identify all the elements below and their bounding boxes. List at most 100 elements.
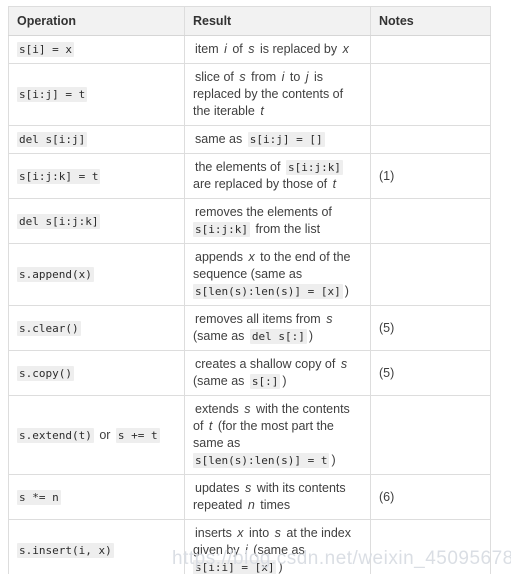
result-code: s[len(s):len(s)] = t xyxy=(193,453,330,468)
operation-code: s[i:j] = t xyxy=(17,87,88,102)
result-variable: t xyxy=(332,177,337,191)
notes-cell xyxy=(370,519,491,581)
notes-cell xyxy=(370,395,491,475)
result-text: item xyxy=(195,42,223,56)
result-variable: s xyxy=(248,42,255,56)
operation-code: s.insert(i, x) xyxy=(17,543,114,558)
result-text: extends xyxy=(195,402,243,416)
notes-cell xyxy=(370,35,491,64)
table-header-row: Operation Result Notes xyxy=(8,6,491,36)
result-text: ) xyxy=(308,329,314,343)
operation-cell: s[i:j:k] = t xyxy=(8,153,185,199)
result-text: ) xyxy=(331,453,336,467)
result-text: slice of xyxy=(195,70,238,84)
result-code: del s[:] xyxy=(249,329,307,344)
operation-cell: s[i:j] = t xyxy=(8,63,185,126)
result-text: (same as xyxy=(249,543,305,557)
operation-code: s.clear() xyxy=(17,320,81,336)
operation-cell: s.clear() xyxy=(8,305,185,351)
result-text: removes the elements of xyxy=(195,205,332,219)
result-cell: slice of s from i to j is replaced by th… xyxy=(184,63,371,126)
operation-cell: s.copy() xyxy=(8,350,185,396)
result-variable: x xyxy=(342,42,349,56)
result-text: creates a shallow copy of xyxy=(195,357,339,371)
result-cell: extends s with the contents of t (for th… xyxy=(184,395,371,475)
result-code: s[:] xyxy=(249,374,281,389)
notes-cell: (5) xyxy=(370,350,491,396)
notes-cell: (5) xyxy=(370,305,491,351)
result-cell: same as s[i:j] = [] xyxy=(184,125,371,154)
notes-cell xyxy=(370,125,491,154)
operation-code: s.append(x) xyxy=(17,267,94,282)
result-variable: s xyxy=(274,526,281,540)
operation-cell: s.append(x) xyxy=(8,243,185,306)
notes-cell xyxy=(370,63,491,126)
result-cell: updates s with its contents repeated n t… xyxy=(184,474,371,520)
result-code: s[len(s):len(s)] = [x] xyxy=(193,284,343,299)
result-text: same as xyxy=(195,132,246,146)
table-row: s.clear() removes all items from s (same … xyxy=(8,305,491,351)
operation-cell: del s[i:j:k] xyxy=(8,198,185,244)
operation-cell: s.extend(t) or s += t xyxy=(8,395,185,475)
operation-code: del s[i:j:k] xyxy=(17,213,101,229)
result-code: s[i:j:k] xyxy=(285,160,343,175)
result-cell: removes the elements of s[i:j:k] from th… xyxy=(184,198,371,244)
result-text: is replaced by xyxy=(256,42,341,56)
operation-text: or xyxy=(95,427,114,442)
operation-cell: del s[i:j] xyxy=(8,125,185,154)
result-variable: n xyxy=(247,498,255,512)
result-text: updates xyxy=(195,481,243,495)
table-row: s[i:j:k] = t the elements of s[i:j:k] are… xyxy=(8,153,491,199)
result-cell: removes all items from s (same as del s[… xyxy=(184,305,371,351)
notes-cell: (1) xyxy=(370,153,491,199)
result-cell: creates a shallow copy of s (same as s[:… xyxy=(184,350,371,396)
column-header-result: Result xyxy=(184,6,371,36)
table-row: s[i:j] = t slice of s from i to j is repl… xyxy=(8,63,491,126)
result-variable: x xyxy=(248,250,255,264)
result-text: ) xyxy=(282,374,287,388)
result-code: s[i:i] = [x] xyxy=(193,560,277,575)
result-variable: x xyxy=(237,526,244,540)
result-cell: inserts x into s at the index given by i… xyxy=(184,519,371,581)
table-row: s[i] = x item i of s is replaced by x xyxy=(8,35,491,64)
bottom-clip-strip xyxy=(0,574,511,581)
table-row: del s[i:j:k] removes the elements of s[i:… xyxy=(8,198,491,244)
operation-code: s[i:j:k] = t xyxy=(17,168,101,184)
page-root: https://blog.csdn.net/weixin_45095678 Op… xyxy=(0,0,511,581)
table-row: s.insert(i, x) inserts x into s at the in… xyxy=(8,519,491,581)
column-header-notes: Notes xyxy=(370,6,491,36)
operation-cell: s[i] = x xyxy=(8,35,185,64)
result-text: ) xyxy=(344,284,349,298)
operation-code: s += t xyxy=(115,427,160,443)
result-code: s[i:j] = [] xyxy=(247,132,325,147)
result-text: appends xyxy=(195,250,247,264)
operation-cell: s.insert(i, x) xyxy=(8,519,185,581)
table-row: del s[i:j] same as s[i:j] = [] xyxy=(8,125,491,154)
result-code: s[i:j:k] xyxy=(193,222,250,237)
result-text: removes all items from xyxy=(195,312,325,326)
result-text: from the list xyxy=(251,222,321,236)
result-text: ) xyxy=(278,560,283,574)
operation-code: s.copy() xyxy=(17,365,74,381)
result-text: (for the most part the same as xyxy=(193,419,334,450)
result-text: to xyxy=(286,70,304,84)
result-cell: the elements of s[i:j:k] are replaced by… xyxy=(184,153,371,199)
result-text: inserts xyxy=(195,526,236,540)
result-variable: s xyxy=(244,402,251,416)
operation-cell: s *= n xyxy=(8,474,185,520)
table-row: s.extend(t) or s += t extends s with the … xyxy=(8,395,491,475)
mutable-sequence-operations-table: Operation Result Notes s[i] = x item i of… xyxy=(8,6,491,581)
result-text: of xyxy=(228,42,247,56)
table-row: s *= n updates s with its contents repeat… xyxy=(8,474,491,520)
result-variable: t xyxy=(260,104,264,118)
result-text: times xyxy=(256,498,291,512)
operation-code: s.extend(t) xyxy=(17,427,94,443)
notes-cell: (6) xyxy=(370,474,491,520)
operation-code: s[i] = x xyxy=(17,42,74,57)
result-text: into xyxy=(245,526,273,540)
table-body: s[i] = x item i of s is replaced by x s[i:… xyxy=(8,35,491,581)
table-row: s.append(x) appends x to the end of the s… xyxy=(8,243,491,306)
result-variable: s xyxy=(239,70,246,84)
table-row: s.copy() creates a shallow copy of s (sam… xyxy=(8,350,491,396)
operation-code: s *= n xyxy=(17,489,61,505)
